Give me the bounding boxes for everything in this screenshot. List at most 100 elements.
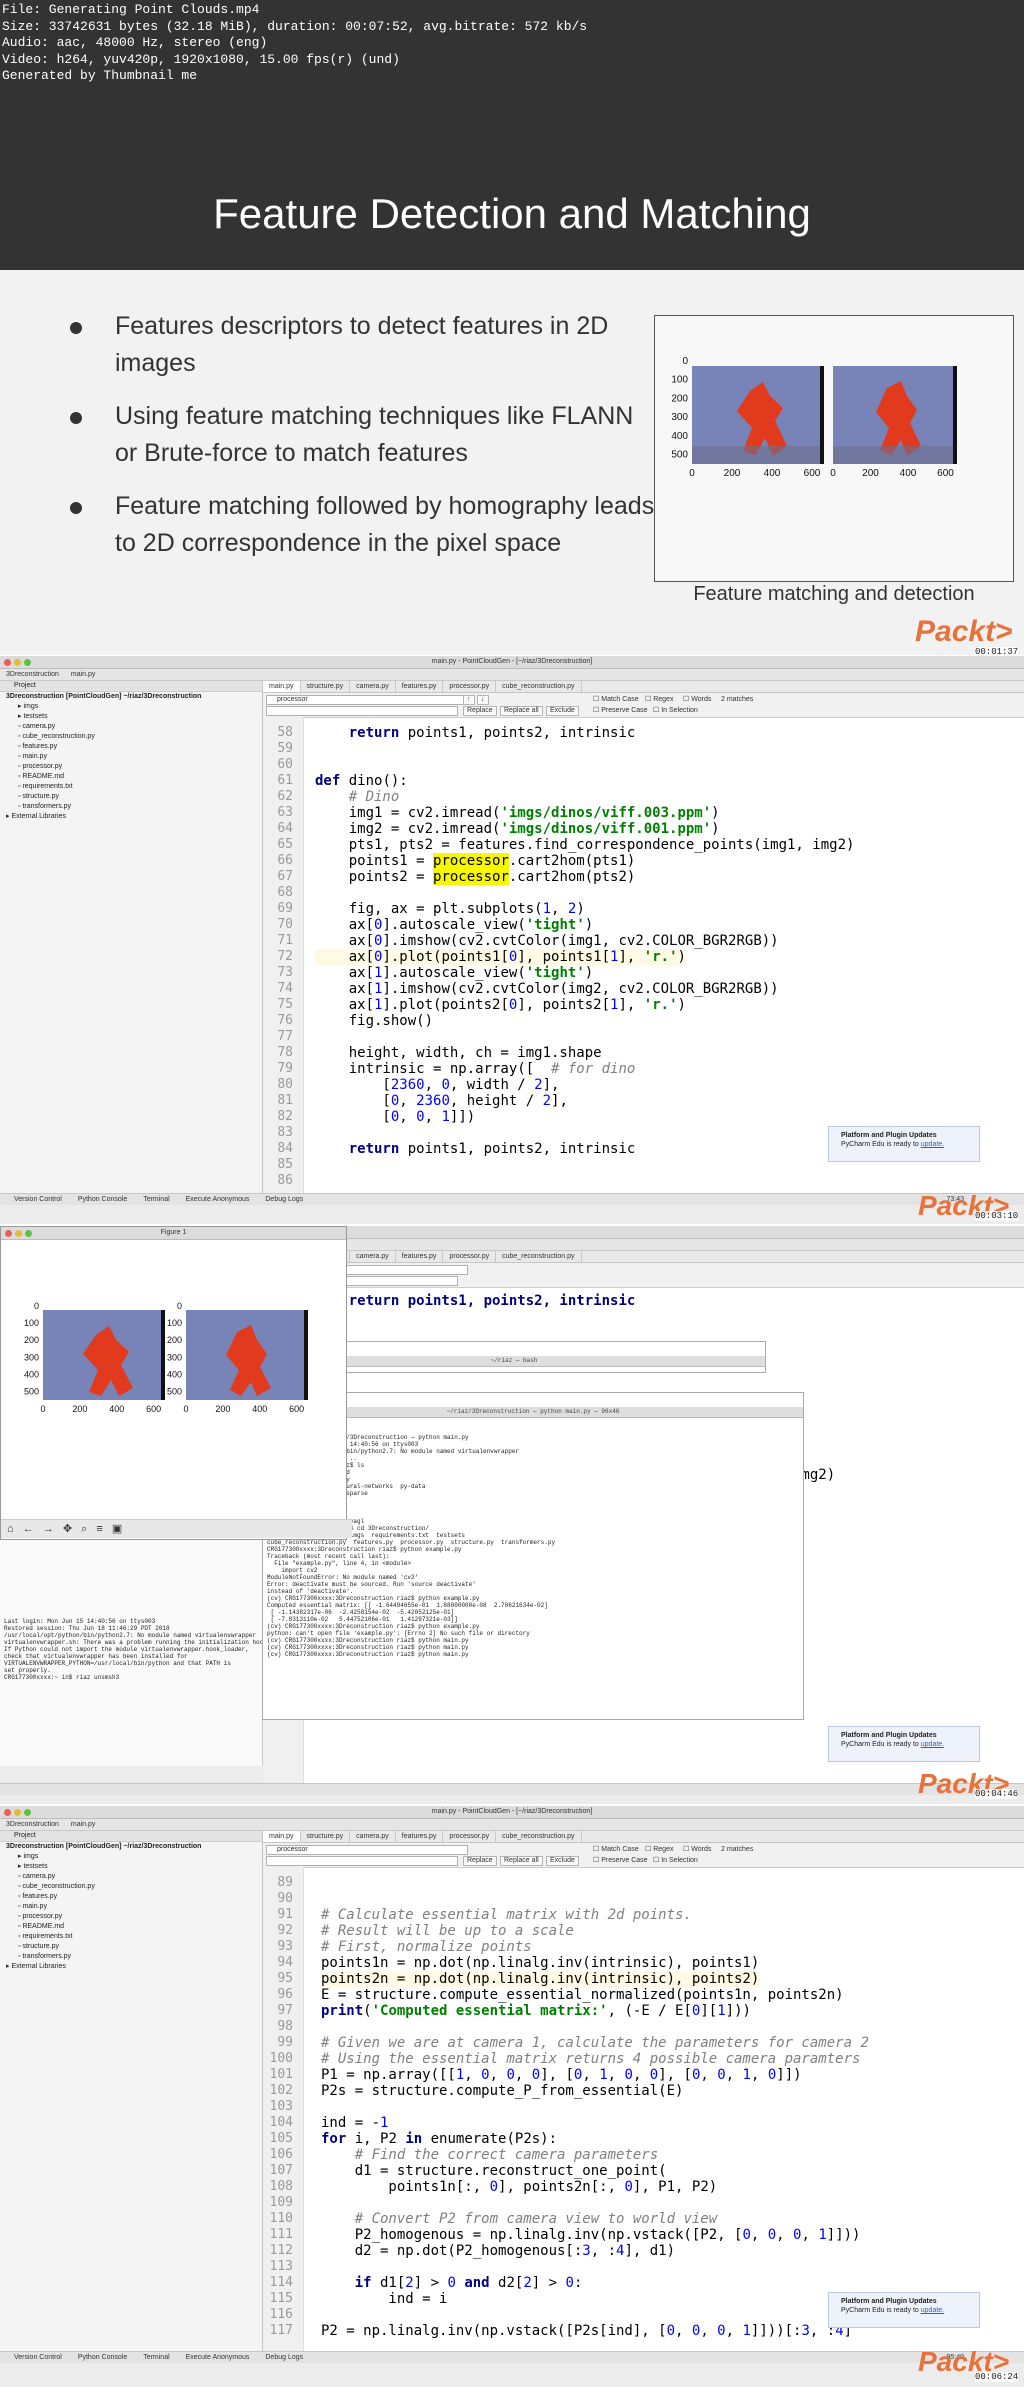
replace-all-button[interactable]: Replace all: [500, 706, 543, 716]
python-console-tab[interactable]: Python Console: [78, 2352, 127, 2363]
debug-logs-tab[interactable]: Debug Logs: [265, 1194, 303, 1205]
editor-tab[interactable]: processor.py: [443, 1831, 497, 1842]
breadcrumb-project[interactable]: 3Dreconstruction: [6, 1821, 59, 1828]
python-console-tab[interactable]: Python Console: [78, 1194, 127, 1205]
match-case-checkbox[interactable]: ☐ Match Case: [593, 1845, 639, 1854]
tree-folder[interactable]: ▸ testsets: [0, 712, 262, 722]
editor-tab[interactable]: structure.py: [301, 681, 351, 692]
tree-file[interactable]: ▫ README.md: [0, 772, 262, 782]
search-input[interactable]: processor: [266, 1845, 468, 1855]
in-selection-checkbox[interactable]: ☐ In Selection: [653, 1856, 698, 1865]
minimize-window-button[interactable]: [14, 1809, 21, 1816]
save-icon[interactable]: ▣: [112, 1523, 122, 1535]
version-control-tab[interactable]: Version Control: [14, 1194, 62, 1205]
minimize-window-button[interactable]: [14, 659, 21, 666]
in-selection-checkbox[interactable]: ☐ In Selection: [653, 706, 698, 715]
tree-file[interactable]: ▫ cube_reconstruction.py: [0, 1882, 262, 1892]
match-case-checkbox[interactable]: ☐ Match Case: [593, 695, 639, 704]
tree-folder[interactable]: ▸ testsets: [0, 1862, 262, 1872]
tree-file[interactable]: ▫ processor.py: [0, 762, 262, 772]
tree-file[interactable]: ▫ cube_reconstruction.py: [0, 732, 262, 742]
terminal-tab[interactable]: Terminal: [143, 1194, 169, 1205]
replace-input[interactable]: [266, 1856, 458, 1866]
editor-tab[interactable]: processor.py: [443, 681, 497, 692]
tree-file[interactable]: ▫ structure.py: [0, 792, 262, 802]
tree-folder[interactable]: ▸ External Libraries: [0, 812, 262, 822]
tree-file[interactable]: ▫ requirements.txt: [0, 1932, 262, 1942]
replace-button[interactable]: Replace: [463, 1856, 497, 1866]
console-panel[interactable]: Last login: Mon Jun 15 14:40:56 on ttys0…: [0, 1516, 263, 1766]
update-link[interactable]: update.: [921, 2307, 944, 2314]
editor-tab[interactable]: cube_reconstruction.py: [496, 681, 582, 692]
tree-file[interactable]: ▫ camera.py: [0, 1872, 262, 1882]
update-link[interactable]: update.: [921, 1141, 944, 1148]
tree-file[interactable]: ▫ camera.py: [0, 722, 262, 732]
execute-anonymous-tab[interactable]: Execute Anonymous: [186, 1194, 250, 1205]
editor-tab[interactable]: cube_reconstruction.py: [496, 1251, 582, 1262]
pan-icon[interactable]: ✥: [63, 1523, 72, 1535]
version-control-tab[interactable]: Version Control: [14, 2352, 62, 2363]
exclude-button[interactable]: Exclude: [546, 706, 579, 716]
editor-tab[interactable]: cube_reconstruction.py: [496, 1831, 582, 1842]
project-root[interactable]: 3Dreconstruction [PointCloudGen] ~/riaz/…: [0, 692, 262, 702]
editor-tab[interactable]: features.py: [396, 1831, 444, 1842]
next-match-button[interactable]: ↓: [477, 695, 489, 705]
tree-file[interactable]: ▫ main.py: [0, 1902, 262, 1912]
preserve-case-checkbox[interactable]: ☐ Preserve Case: [593, 1856, 648, 1865]
maximize-window-button[interactable]: [24, 659, 31, 666]
editor-tab[interactable]: camera.py: [350, 1251, 396, 1262]
editor-tab[interactable]: main.py: [263, 681, 301, 692]
tree-folder[interactable]: ▸ External Libraries: [0, 1962, 262, 1972]
terminal-tab[interactable]: Terminal: [143, 2352, 169, 2363]
tree-folder[interactable]: ▸ imgs: [0, 1852, 262, 1862]
words-checkbox[interactable]: ☐ Words: [683, 695, 711, 704]
editor-tab[interactable]: features.py: [396, 681, 444, 692]
breadcrumb-file[interactable]: main.py: [71, 1821, 96, 1828]
tree-file[interactable]: ▫ features.py: [0, 742, 262, 752]
project-root[interactable]: 3Dreconstruction [PointCloudGen] ~/riaz/…: [0, 1842, 262, 1852]
editor-tab[interactable]: features.py: [396, 1251, 444, 1262]
close-window-button[interactable]: [4, 659, 11, 666]
tree-file[interactable]: ▫ transformers.py: [0, 802, 262, 812]
prev-match-button[interactable]: ↑: [463, 695, 475, 705]
replace-button[interactable]: Replace: [463, 706, 497, 716]
figure-window[interactable]: Figure 1 0 100 200 300 400 500 0 200 400 600 0 100 2…: [0, 1226, 352, 1540]
tree-file[interactable]: ▫ processor.py: [0, 1912, 262, 1922]
debug-logs-tab[interactable]: Debug Logs: [265, 2352, 303, 2363]
project-panel-header[interactable]: Project: [0, 1831, 262, 1842]
forward-arrow-icon[interactable]: →: [43, 1523, 54, 1535]
home-icon[interactable]: ⌂: [7, 1523, 14, 1535]
breadcrumb-file[interactable]: main.py: [71, 671, 96, 678]
editor-tab[interactable]: processor.py: [443, 1251, 497, 1262]
back-arrow-icon[interactable]: ←: [23, 1523, 34, 1535]
zoom-icon[interactable]: ⌕: [81, 1523, 87, 1535]
tree-file[interactable]: ▫ structure.py: [0, 1942, 262, 1952]
replace-input[interactable]: [266, 706, 458, 716]
breadcrumb-project[interactable]: 3Dreconstruction: [6, 671, 59, 678]
tree-file[interactable]: ▫ main.py: [0, 752, 262, 762]
regex-checkbox[interactable]: ☐ Regex: [645, 695, 673, 704]
tree-file[interactable]: ▫ requirements.txt: [0, 782, 262, 792]
editor-tab[interactable]: main.py: [263, 1831, 301, 1842]
editor-tab[interactable]: camera.py: [350, 1831, 396, 1842]
tree-file[interactable]: ▫ features.py: [0, 1892, 262, 1902]
close-figure-button[interactable]: [5, 1230, 12, 1237]
minimize-figure-button[interactable]: [15, 1230, 22, 1237]
configure-icon[interactable]: ≡: [96, 1523, 102, 1535]
close-window-button[interactable]: [4, 1809, 11, 1816]
update-notification[interactable]: Platform and Plugin Updates PyCharm Edu …: [828, 1126, 980, 1162]
regex-checkbox[interactable]: ☐ Regex: [645, 1845, 673, 1854]
execute-anonymous-tab[interactable]: Execute Anonymous: [186, 2352, 250, 2363]
search-input[interactable]: processor: [266, 695, 468, 705]
project-panel-header[interactable]: Project: [0, 681, 262, 692]
maximize-figure-button[interactable]: [25, 1230, 32, 1237]
update-notification[interactable]: Platform and Plugin Updates PyCharm Edu …: [828, 1726, 980, 1762]
code-editor[interactable]: 89 90 91 92 93 94 95 96 97 98 99 100 101 102 103 104 105…: [263, 1867, 1024, 2359]
preserve-case-checkbox[interactable]: ☐ Preserve Case: [593, 706, 648, 715]
tree-file[interactable]: ▫ transformers.py: [0, 1952, 262, 1962]
tree-folder[interactable]: ▸ imgs: [0, 702, 262, 712]
words-checkbox[interactable]: ☐ Words: [683, 1845, 711, 1854]
update-link[interactable]: update.: [921, 1741, 944, 1748]
tree-file[interactable]: ▫ README.md: [0, 1922, 262, 1932]
maximize-window-button[interactable]: [24, 1809, 31, 1816]
